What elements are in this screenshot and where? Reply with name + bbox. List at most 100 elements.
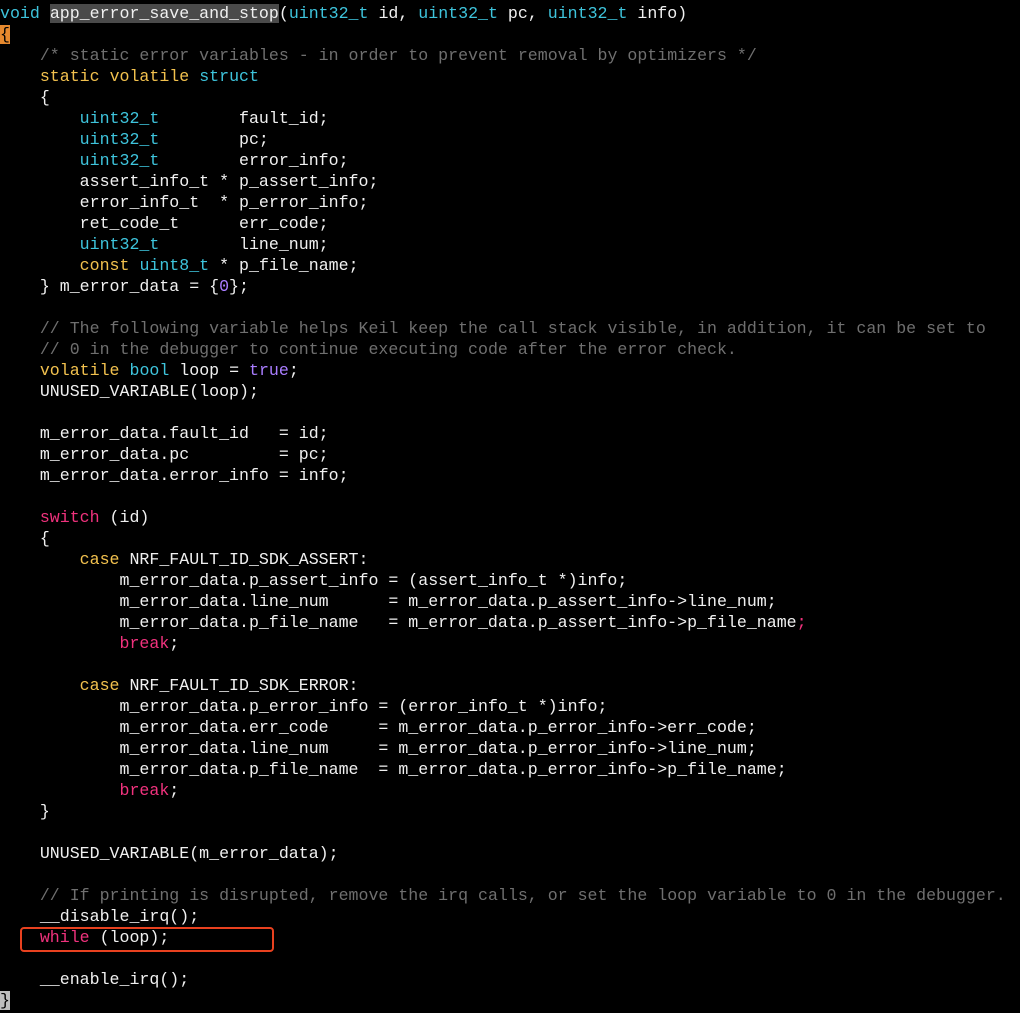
code-text: ; bbox=[169, 634, 180, 653]
code-line[interactable]: volatile bool loop = true; bbox=[0, 360, 1020, 381]
code-text: m_error_data.pc = pc; bbox=[0, 445, 329, 464]
code-line[interactable]: // If printing is disrupted, remove the … bbox=[0, 885, 1020, 906]
code-line[interactable]: __enable_irq(); bbox=[0, 969, 1020, 990]
code-text: line_num; bbox=[159, 235, 329, 254]
code-text: UNUSED_VARIABLE(loop); bbox=[0, 382, 259, 401]
keyword-token: case bbox=[79, 550, 120, 569]
code-line[interactable]: m_error_data.p_assert_info = (assert_inf… bbox=[0, 570, 1020, 591]
type-token: struct bbox=[199, 67, 259, 86]
code-line[interactable] bbox=[0, 864, 1020, 885]
code-line[interactable]: m_error_data.p_file_name = m_error_data.… bbox=[0, 612, 1020, 633]
code-line[interactable]: while (loop); bbox=[0, 927, 1020, 948]
code-line[interactable] bbox=[0, 948, 1020, 969]
code-text: ( bbox=[278, 4, 289, 23]
code-line[interactable]: { bbox=[0, 24, 1020, 45]
code-text: __disable_irq(); bbox=[0, 907, 200, 926]
type-token: uint32_t bbox=[418, 4, 498, 23]
code-line[interactable]: // 0 in the debugger to continue executi… bbox=[0, 339, 1020, 360]
code-line[interactable] bbox=[0, 402, 1020, 423]
code-text: loop = bbox=[169, 361, 249, 380]
code-line[interactable]: uint32_t pc; bbox=[0, 129, 1020, 150]
code-line[interactable] bbox=[0, 486, 1020, 507]
code-text: { bbox=[0, 88, 50, 107]
code-line[interactable]: case NRF_FAULT_ID_SDK_ERROR: bbox=[0, 675, 1020, 696]
code-line[interactable]: m_error_data.line_num = m_error_data.p_a… bbox=[0, 591, 1020, 612]
code-line[interactable]: { bbox=[0, 87, 1020, 108]
code-line[interactable] bbox=[0, 297, 1020, 318]
code-text: pc, bbox=[497, 4, 548, 23]
code-line[interactable]: m_error_data.p_file_name = m_error_data.… bbox=[0, 759, 1020, 780]
code-line[interactable]: uint32_t fault_id; bbox=[0, 108, 1020, 129]
code-line[interactable]: // The following variable helps Keil kee… bbox=[0, 318, 1020, 339]
code-text: error_info; bbox=[159, 151, 349, 170]
code-line[interactable]: switch (id) bbox=[0, 507, 1020, 528]
code-text: info) bbox=[627, 4, 688, 23]
type-token: bool bbox=[129, 361, 170, 380]
code-line[interactable]: } bbox=[0, 801, 1020, 822]
code-line[interactable]: const uint8_t * p_file_name; bbox=[0, 255, 1020, 276]
code-line[interactable]: m_error_data.err_code = m_error_data.p_e… bbox=[0, 717, 1020, 738]
control-keyword-token: break bbox=[119, 634, 170, 653]
code-line[interactable] bbox=[0, 822, 1020, 843]
keyword-token: volatile bbox=[39, 361, 120, 380]
code-line[interactable]: } m_error_data = {0}; bbox=[0, 276, 1020, 297]
code-line[interactable]: assert_info_t * p_assert_info; bbox=[0, 171, 1020, 192]
code-line[interactable]: m_error_data.p_error_info = (error_info_… bbox=[0, 696, 1020, 717]
code-line[interactable]: uint32_t line_num; bbox=[0, 234, 1020, 255]
code-line[interactable]: } bbox=[0, 990, 1020, 1011]
code-line[interactable]: static volatile struct bbox=[0, 66, 1020, 87]
code-text: m_error_data.line_num = m_error_data.p_e… bbox=[0, 739, 757, 758]
code-line[interactable]: UNUSED_VARIABLE(loop); bbox=[0, 381, 1020, 402]
code-line[interactable]: __disable_irq(); bbox=[0, 906, 1020, 927]
code-line[interactable]: m_error_data.error_info = info; bbox=[0, 465, 1020, 486]
code-line[interactable]: break; bbox=[0, 633, 1020, 654]
code-line[interactable]: case NRF_FAULT_ID_SDK_ASSERT: bbox=[0, 549, 1020, 570]
code-text: NRF_FAULT_ID_SDK_ASSERT: bbox=[119, 550, 369, 569]
keyword-token: volatile bbox=[109, 67, 190, 86]
code-line[interactable]: error_info_t * p_error_info; bbox=[0, 192, 1020, 213]
code-line[interactable]: ret_code_t err_code; bbox=[0, 213, 1020, 234]
code-line[interactable]: m_error_data.pc = pc; bbox=[0, 444, 1020, 465]
keyword-token: const bbox=[79, 256, 130, 275]
code-line[interactable] bbox=[0, 654, 1020, 675]
keyword-token: static bbox=[39, 67, 100, 86]
code-text: __enable_irq(); bbox=[0, 970, 190, 989]
code-text: ; bbox=[169, 781, 180, 800]
code-text: UNUSED_VARIABLE(m_error_data); bbox=[0, 844, 339, 863]
comment-token: // If printing is disrupted, remove the … bbox=[39, 886, 1006, 905]
code-editor[interactable]: void app_error_save_and_stop(uint32_t id… bbox=[0, 3, 1020, 1011]
code-line[interactable]: m_error_data.fault_id = id; bbox=[0, 423, 1020, 444]
constant-token: 0 bbox=[219, 277, 230, 296]
code-text: ; bbox=[288, 361, 299, 380]
code-text: m_error_data.p_error_info = (error_info_… bbox=[0, 697, 608, 716]
code-line[interactable]: uint32_t error_info; bbox=[0, 150, 1020, 171]
code-line[interactable]: { bbox=[0, 528, 1020, 549]
code-line[interactable]: UNUSED_VARIABLE(m_error_data); bbox=[0, 843, 1020, 864]
code-line[interactable]: void app_error_save_and_stop(uint32_t id… bbox=[0, 3, 1020, 24]
code-text: id, bbox=[368, 4, 419, 23]
code-line[interactable]: break; bbox=[0, 780, 1020, 801]
code-text: m_error_data.line_num = m_error_data.p_a… bbox=[0, 592, 777, 611]
code-line[interactable]: /* static error variables - in order to … bbox=[0, 45, 1020, 66]
control-keyword-token: break bbox=[119, 781, 170, 800]
code-line[interactable]: m_error_data.line_num = m_error_data.p_e… bbox=[0, 738, 1020, 759]
code-text: pc; bbox=[159, 130, 269, 149]
type-token: uint32_t bbox=[79, 151, 160, 170]
code-text: * p_file_name; bbox=[209, 256, 359, 275]
code-text: }; bbox=[229, 277, 249, 296]
code-text: m_error_data.fault_id = id; bbox=[0, 424, 329, 443]
type-token: uint8_t bbox=[139, 256, 210, 275]
code-text: m_error_data.error_info = info; bbox=[0, 466, 349, 485]
